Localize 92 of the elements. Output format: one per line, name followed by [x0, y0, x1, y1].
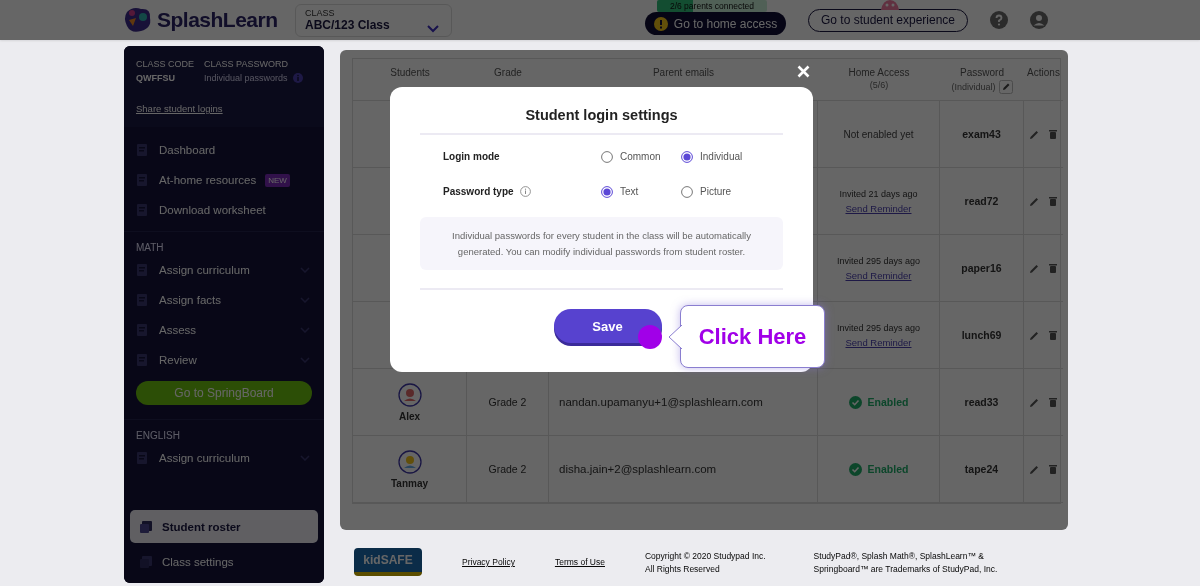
home-access-status: Invited 21 days ago	[839, 188, 918, 199]
password-cell: lunch69	[961, 329, 1002, 341]
edit-icon[interactable]	[1030, 397, 1039, 407]
send-reminder-link[interactable]: Send Reminder	[845, 202, 912, 214]
student-name: Tanmay	[390, 477, 429, 489]
chevron-down-icon	[427, 24, 439, 33]
trash-icon[interactable]	[1049, 330, 1057, 340]
dialog-title: Student login settings	[525, 107, 678, 123]
document-icon	[139, 519, 153, 534]
edit-icon[interactable]	[1030, 263, 1039, 273]
kidsafe-badge[interactable]: kidSAFE	[354, 548, 422, 576]
copyright-text: All Rights Reserved	[645, 563, 721, 574]
class-code: QWFFSU	[136, 73, 176, 83]
home-access-status: Invited 295 days ago	[836, 255, 921, 266]
radio-option[interactable]: Picture	[681, 185, 761, 198]
nav-item[interactable]: Review	[136, 345, 312, 375]
trademark-text: Springboard™ are Trademarks of StudyPad, Inc.	[813, 563, 998, 574]
avatar-icon	[397, 382, 422, 407]
column-header: Home Access (5/6)	[818, 59, 940, 101]
home-access-status: Invited 295 days ago	[836, 322, 921, 333]
warning-icon	[653, 16, 668, 31]
grade-cell: Grade 2	[488, 396, 527, 408]
close-icon[interactable]	[797, 65, 810, 78]
trademark-text: StudyPad®, Splash Math®, SplashLearn™ &	[813, 550, 985, 561]
send-reminder-link[interactable]: Send Reminder	[845, 336, 912, 348]
radio-icon[interactable]	[601, 150, 613, 163]
edit-icon[interactable]	[1030, 196, 1039, 206]
section-heading: MATH	[136, 242, 165, 253]
trash-icon[interactable]	[1049, 464, 1057, 474]
trash-icon[interactable]	[1049, 129, 1057, 139]
trash-icon[interactable]	[1049, 196, 1057, 206]
info-icon[interactable]	[519, 186, 531, 197]
section-heading: ENGLISH	[136, 430, 181, 441]
home-access-status: Not enabled yet	[843, 128, 914, 140]
send-reminder-link[interactable]: Send Reminder	[845, 269, 912, 281]
help-icon[interactable]	[990, 11, 1008, 29]
share-student-logins-link[interactable]: Share student logins	[136, 103, 223, 114]
logo-icon	[123, 6, 153, 34]
password-cell: tape24	[964, 463, 999, 475]
radio-icon[interactable]	[601, 185, 613, 198]
nav-item[interactable]: Assess	[136, 315, 312, 345]
avatar-icon	[397, 449, 422, 474]
nav-item[interactable]: Class settings	[130, 545, 318, 578]
check-circle-icon	[848, 462, 862, 476]
grade-cell: Grade 2	[488, 463, 527, 475]
trash-icon[interactable]	[1049, 263, 1057, 273]
parent-email: disha.jain+2@splashlearn.com	[559, 463, 717, 475]
nav-item[interactable]: Student roster	[130, 510, 318, 543]
student-name: Alex	[398, 410, 421, 422]
nav-item[interactable]: Assign facts	[136, 285, 312, 315]
class-code-label: CLASS CODE	[136, 59, 195, 69]
setting-label: Password type	[443, 186, 514, 197]
radio-option[interactable]: Common	[601, 150, 681, 163]
info-note: Individual passwords for every student in the class will be automatically generated. You can modify individual passwords from student roster.	[420, 217, 783, 270]
class-password: Individual passwords	[204, 73, 288, 83]
trash-icon[interactable]	[1049, 397, 1057, 407]
logo-text[interactable]: SplashLearn	[157, 8, 278, 32]
footer-link[interactable]: Terms of Use	[554, 557, 605, 567]
password-cell: paper16	[961, 262, 1002, 274]
parent-email: nandan.upamanyu+1@splashlearn.com	[559, 396, 763, 408]
class-password-label: CLASS PASSWORD	[204, 59, 289, 69]
callout-pointer	[668, 325, 682, 349]
radio-option[interactable]: Individual	[681, 150, 761, 163]
user-avatar-icon[interactable]	[1030, 11, 1048, 29]
radio-option[interactable]: Text	[601, 185, 681, 198]
edit-icon[interactable]	[1030, 330, 1039, 340]
check-circle-icon	[848, 395, 862, 409]
student-experience-button[interactable]: Go to student experience	[808, 8, 968, 32]
home-access-status: Enabled	[867, 396, 909, 408]
radio-icon[interactable]	[681, 150, 693, 163]
column-header: Actions	[1024, 59, 1063, 101]
nav-item[interactable]: At-home resources NEW	[136, 165, 312, 195]
save-button[interactable]: Save	[553, 309, 662, 343]
nav-item[interactable]: Dashboard	[136, 135, 312, 165]
nav-item[interactable]: Assign curriculum	[136, 443, 312, 473]
radio-icon[interactable]	[681, 185, 693, 198]
nav-item[interactable]: Assign curriculum	[136, 255, 312, 285]
footer-link[interactable]: Privacy Policy	[462, 557, 515, 567]
password-cell: exam43	[962, 128, 1001, 140]
setting-label: Login mode	[443, 151, 500, 162]
home-access-status: Enabled	[867, 463, 909, 475]
edit-icon[interactable]	[1030, 129, 1039, 139]
password-cell: read33	[964, 396, 999, 408]
password-cell: read72	[964, 195, 999, 207]
edit-icon[interactable]	[1030, 464, 1039, 474]
class-select[interactable]: CLASS ABC/123 Class	[295, 3, 452, 37]
column-header: Password (Individual)	[940, 59, 1024, 101]
edit-icon[interactable]	[998, 80, 1013, 94]
new-badge: NEW	[265, 173, 290, 187]
home-access-button[interactable]: Go to home access	[645, 12, 786, 35]
copyright-text: Copyright © 2020 Studypad Inc.	[645, 550, 766, 561]
nav-item[interactable]: Download worksheet	[136, 195, 312, 225]
